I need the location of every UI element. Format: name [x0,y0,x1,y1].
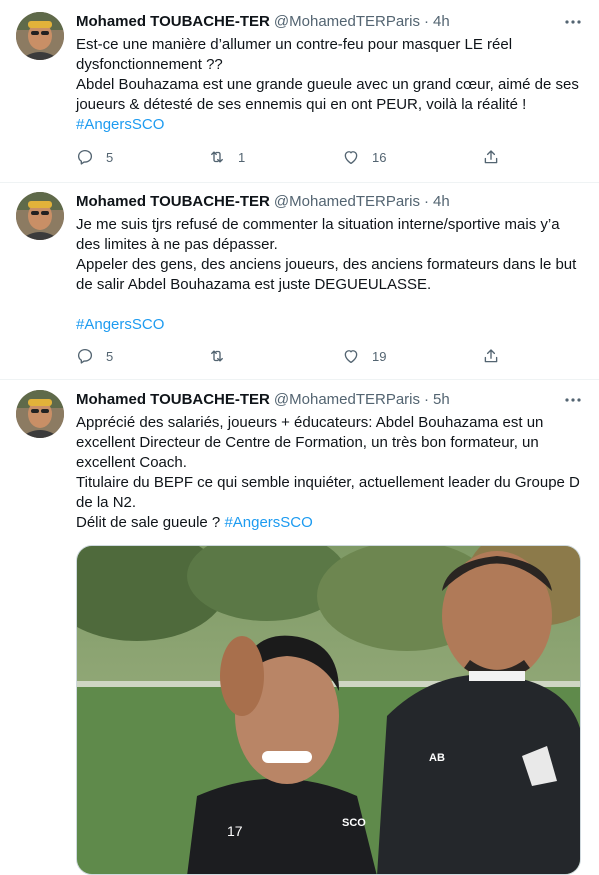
reply-button[interactable]: 5 [76,147,113,167]
separator: · [424,193,430,210]
retweet-button[interactable] [208,346,226,366]
share-icon [484,150,498,164]
author-name[interactable]: Mohamed TOUBACHE-TER [76,390,270,410]
share-icon [484,349,498,363]
more-icon[interactable] [563,390,583,410]
author-name[interactable]: Mohamed TOUBACHE-TER [76,12,270,32]
timestamp[interactable]: 5h [433,390,450,410]
avatar-image [16,12,64,60]
tweet-photo[interactable]: 17 SCO AB [76,545,581,875]
text-line: Titulaire du BEPF ce qui semble inquiéte… [76,474,580,491]
tweet-text: Je me suis tjrs refusé de commenter la s… [76,215,586,335]
text-line: de salir Abdel Bouhazama est juste DEGUE… [76,276,432,293]
separator: · [424,391,430,408]
tweet[interactable]: Mohamed TOUBACHE-TER @MohamedTERParis · … [0,183,599,380]
tweet-header: Mohamed TOUBACHE-TER @MohamedTERParis · … [76,12,583,32]
action-bar: 5 1 16 [76,147,506,167]
more-icon[interactable] [563,12,583,32]
reply-count: 5 [106,149,114,165]
avatar[interactable] [16,12,64,60]
text-line: joueurs & détesté de ses ennemis qui en … [76,96,527,113]
empty-line [76,295,586,315]
tweet-text: Est-ce une manière d’allumer un contre-f… [76,35,586,135]
retweet-count: 1 [238,149,246,165]
text-line: dysfonctionnement ?? [76,56,223,73]
like-icon [344,151,358,165]
text-line: Apprécié des salariés, joueurs + éducate… [76,414,544,431]
like-count: 16 [372,149,387,165]
text-line: de la N2. [76,494,137,511]
avatar-image [16,390,64,438]
tweet-header: Mohamed TOUBACHE-TER @MohamedTERParis · … [76,192,583,212]
text-line: Est-ce une manière d’allumer un contre-f… [76,36,513,53]
reply-count: 5 [106,348,114,364]
text-line: Abdel Bouhazama est une grande gueule av… [76,76,579,93]
text-line: excellent Directeur de Centre de Formati… [76,434,539,451]
jacket-initials: AB [429,752,445,764]
timestamp[interactable]: 4h [433,192,450,212]
hashtag-link[interactable]: #AngersSCO [224,514,312,531]
timestamp[interactable]: 4h [433,12,450,32]
retweet-button[interactable]: 1 [208,147,245,167]
text-line: Je me suis tjrs refusé de commenter la s… [76,216,560,233]
shirt-number: 17 [227,823,243,839]
author-handle[interactable]: @MohamedTERParis [274,192,420,212]
hashtag-link[interactable]: #AngersSCO [76,316,164,333]
tweet[interactable]: Mohamed TOUBACHE-TER @MohamedTERParis · … [0,0,599,183]
author-handle[interactable]: @MohamedTERParis [274,12,420,32]
reply-button[interactable]: 5 [76,346,113,366]
reply-icon [77,149,93,165]
share-button[interactable] [482,147,500,167]
photo-image: 17 SCO AB [77,546,580,874]
hashtag-link[interactable]: #AngersSCO [76,116,164,133]
like-button[interactable]: 16 [342,147,386,167]
text-line: excellent Coach. [76,454,187,471]
action-bar: 5 19 [76,346,506,366]
like-icon [344,350,358,364]
text-line: Appeler des gens, des anciens joueurs, d… [76,256,577,273]
shirt-text: SCO [342,817,366,829]
separator: · [424,13,430,30]
retweet-icon [211,350,223,362]
like-count: 19 [372,348,387,364]
text-line: Délit de sale gueule ? [76,514,225,531]
author-handle[interactable]: @MohamedTERParis [274,390,420,410]
like-button[interactable]: 19 [342,346,386,366]
share-button[interactable] [482,346,500,366]
text-line: des limites à ne pas dépasser. [76,236,278,253]
tweet-text: Apprécié des salariés, joueurs + éducate… [76,413,586,533]
avatar[interactable] [16,192,64,240]
author-name[interactable]: Mohamed TOUBACHE-TER [76,192,270,212]
avatar[interactable] [16,390,64,438]
avatar-image [16,192,64,240]
retweet-icon [211,151,223,163]
tweet-header: Mohamed TOUBACHE-TER @MohamedTERParis · … [76,390,583,410]
reply-icon [77,348,93,364]
